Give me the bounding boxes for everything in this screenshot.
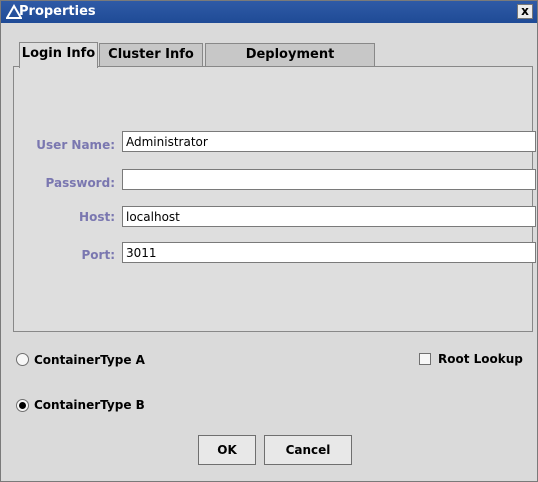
tab-deployment-properties[interactable]: Deployment Properties	[205, 43, 375, 84]
window-title: Properties	[19, 4, 96, 19]
radio-selected-dot	[19, 402, 26, 409]
container-type-a-radio[interactable]	[16, 353, 29, 366]
port-label: Port:	[81, 248, 116, 262]
root-lookup-label[interactable]: Root Lookup	[438, 352, 523, 366]
cancel-button[interactable]: Cancel	[264, 435, 352, 465]
root-lookup-checkbox[interactable]	[419, 353, 431, 365]
tab-login-info[interactable]: Login Info	[19, 42, 98, 68]
tab-cluster-info[interactable]: Cluster Info	[99, 43, 203, 67]
container-type-b-label[interactable]: ContainerType B	[34, 398, 145, 412]
container-type-a-label[interactable]: ContainerType A	[34, 353, 145, 367]
properties-dialog: Properties x Login Info Cluster Info Dep…	[0, 0, 538, 482]
password-label: Password:	[45, 176, 116, 190]
user-name-label: User Name:	[36, 138, 115, 152]
login-info-panel: User Name: Password: Host: Port:	[13, 66, 536, 332]
title-bar[interactable]: Properties x	[1, 1, 537, 23]
container-type-b-radio[interactable]	[16, 399, 29, 412]
password-input[interactable]	[122, 169, 536, 190]
host-label: Host:	[79, 210, 115, 224]
user-name-input[interactable]	[122, 131, 536, 152]
host-input[interactable]	[122, 206, 536, 227]
close-button[interactable]: x	[517, 4, 533, 19]
port-input[interactable]	[122, 242, 536, 263]
ok-button[interactable]: OK	[198, 435, 256, 465]
